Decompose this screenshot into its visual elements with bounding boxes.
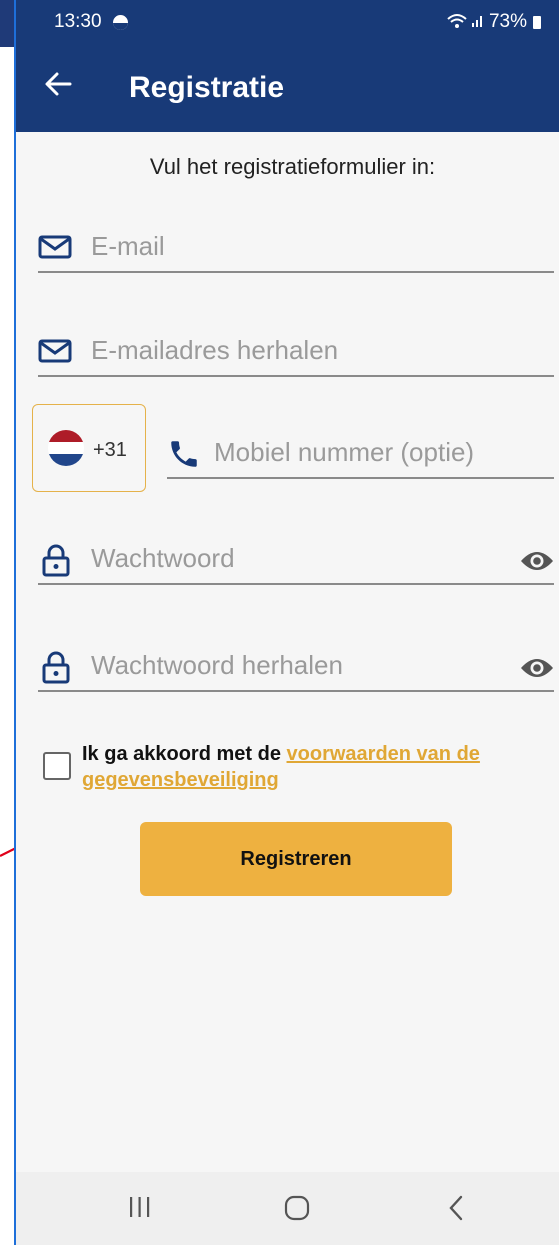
battery-percentage: 73% (488, 11, 527, 32)
email-repeat-placeholder: E-mailadres herhalen (91, 335, 339, 365)
dial-code: +31 (93, 439, 127, 461)
back-nav-icon[interactable] (446, 1194, 466, 1227)
consent-label: Ik ga akkoord met de (82, 743, 287, 765)
app-bar: Registratie (16, 46, 559, 132)
phone-screen: 13:30 73% Registratie Vul het registrati… (14, 0, 559, 1245)
arrow-left-icon[interactable] (44, 70, 72, 103)
email-placeholder: E-mail (91, 231, 165, 261)
consent-text: Ik ga akkoord met de voorwaarden van de … (82, 741, 542, 793)
netherlands-flag-icon (48, 430, 84, 466)
mobile-field[interactable]: Mobiel nummer (optie) (167, 437, 554, 479)
form-instruction: Vul het registratieformulier in: (149, 154, 436, 179)
battery-icon (533, 15, 541, 29)
email-field[interactable]: E-mail (38, 231, 554, 273)
lock-icon (41, 650, 71, 684)
home-icon[interactable] (283, 1194, 311, 1227)
password-repeat-field[interactable]: Wachtwoord herhalen (38, 650, 554, 692)
lock-icon (41, 543, 71, 577)
phone-icon (167, 437, 201, 476)
password-field[interactable]: Wachtwoord (38, 543, 554, 585)
page-title: Registratie (129, 71, 285, 104)
eye-icon[interactable] (520, 656, 554, 685)
country-code-picker[interactable]: +31 (32, 404, 146, 492)
password-placeholder: Wachtwoord (91, 543, 235, 573)
status-time: 13:30 (54, 11, 102, 32)
moon-icon (113, 15, 128, 30)
system-nav-bar (16, 1172, 559, 1245)
mobile-placeholder: Mobiel nummer (optie) (214, 437, 475, 467)
status-indicators: 73% (447, 11, 541, 33)
password-repeat-placeholder: Wachtwoord herhalen (91, 650, 343, 680)
register-button[interactable]: Registreren (140, 822, 452, 896)
signal-icon (471, 14, 485, 31)
email-repeat-field[interactable]: E-mailadres herhalen (38, 335, 554, 377)
consent-checkbox[interactable] (43, 752, 71, 780)
mail-icon (38, 337, 72, 365)
wifi-icon (447, 13, 467, 32)
status-bar: 13:30 73% (16, 0, 559, 46)
mail-icon (38, 233, 72, 261)
recent-apps-icon[interactable] (128, 1194, 152, 1225)
eye-icon[interactable] (520, 549, 554, 578)
